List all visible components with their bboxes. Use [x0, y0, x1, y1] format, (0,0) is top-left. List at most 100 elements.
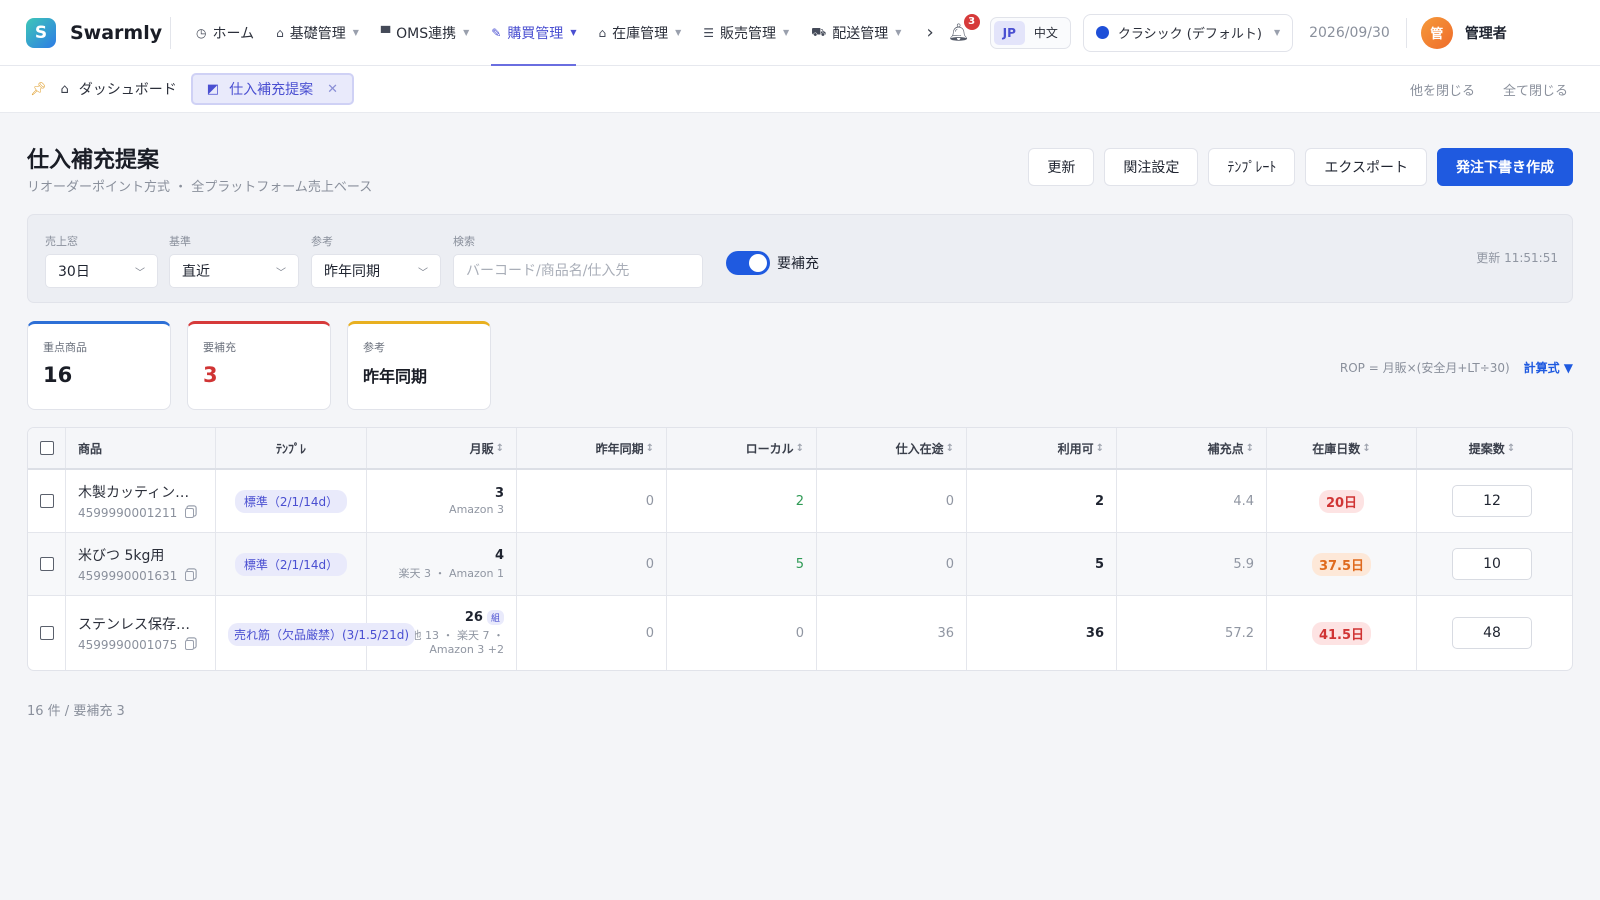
- stat-card-needs-replenish: 要補充 3: [187, 321, 331, 410]
- nav-item-oms[interactable]: ▀ OMS連携 ▼: [370, 0, 480, 66]
- monthly-sales-cell: 3 Amazon 3: [367, 470, 517, 532]
- create-draft-order-button[interactable]: 発注下書き作成: [1437, 148, 1573, 186]
- copy-icon[interactable]: [185, 640, 195, 650]
- tab-dashboard[interactable]: ⌂ ダッシュボード: [47, 73, 191, 105]
- sort-icon: ↕: [495, 442, 504, 454]
- nav-item-label: 販売管理: [720, 25, 777, 42]
- last-updated: 更新 11:51:51: [1476, 251, 1558, 265]
- product-name[interactable]: ステンレス保存…: [78, 614, 194, 634]
- nav-item-label: 基礎管理: [289, 25, 346, 42]
- user-name[interactable]: 管理者: [1465, 23, 1507, 43]
- sales-value-row: 26 組: [465, 610, 504, 625]
- filter-label: 基準: [169, 235, 191, 248]
- sort-icon: ↕: [1095, 442, 1104, 454]
- tab-replenishment[interactable]: ◩ 仕入補充提案 ✕: [190, 73, 354, 105]
- basis-select[interactable]: 直近 ﹀: [169, 254, 299, 288]
- home-icon: ⌂: [60, 81, 69, 97]
- refresh-button[interactable]: 更新: [1028, 148, 1095, 186]
- pen-icon: ✎: [491, 25, 502, 40]
- last-year-cell: 0: [517, 596, 667, 670]
- theme-select[interactable]: クラシック (デフォルト) ▼: [1082, 13, 1294, 52]
- tab-actions: 他を閉じる 全て閉じる: [1382, 80, 1568, 99]
- column-header-suggested-qty[interactable]: 提案数 ↕: [1417, 428, 1567, 468]
- row-checkbox-cell: [28, 533, 66, 595]
- column-header-template: ﾃﾝﾌﾟﾚ: [216, 428, 367, 468]
- user-divider: [1405, 17, 1407, 48]
- row-checkbox[interactable]: [39, 626, 54, 640]
- chevron-right-icon[interactable]: ›: [926, 22, 933, 43]
- nav-item-home[interactable]: ◷ ホーム: [185, 0, 265, 66]
- suggested-qty-input[interactable]: [1452, 485, 1532, 517]
- chevron-down-icon: ﹀: [418, 267, 428, 279]
- related-settings-button[interactable]: 関注設定: [1104, 148, 1199, 186]
- nav-item-master[interactable]: ⌂ 基礎管理 ▼: [265, 0, 370, 66]
- template-tag[interactable]: 標準（2/1/14d）: [234, 552, 348, 576]
- top-nav: S Swarmly ◷ ホーム ⌂ 基礎管理 ▼ ▀ OMS連携 ▼ ✎ 購買管…: [0, 0, 1600, 66]
- nav-item-sales[interactable]: ☰ 販売管理 ▼: [692, 0, 800, 66]
- notification-bell[interactable]: 🔔︎ 3: [946, 13, 980, 46]
- close-icon[interactable]: ✕: [327, 82, 338, 97]
- column-header-last-year[interactable]: 昨年同期 ↕: [517, 428, 667, 468]
- needs-replenish-toggle[interactable]: 要補充: [726, 251, 819, 275]
- sales-breakdown: 楽天 3 ・ Amazon 1: [398, 566, 504, 580]
- template-tag[interactable]: 売れ筋（欠品厳禁）(3/1.5/21d): [228, 623, 416, 646]
- product-name[interactable]: 木製カッティン…: [78, 482, 194, 502]
- row-checkbox[interactable]: [39, 557, 54, 571]
- copy-icon[interactable]: [185, 571, 195, 581]
- lang-cn-button[interactable]: 中文: [1025, 21, 1067, 45]
- suggested-qty-input[interactable]: [1452, 548, 1532, 580]
- product-name[interactable]: 米びつ 5kg用: [78, 545, 194, 565]
- column-header-in-transit[interactable]: 仕入在途 ↕: [817, 428, 967, 468]
- row-checkbox[interactable]: [39, 494, 54, 508]
- row-checkbox-cell: [28, 596, 66, 670]
- available-cell: 5: [967, 533, 1117, 595]
- sales-window-filter: 売上窓 30日 ﹀: [45, 233, 158, 288]
- nav-item-shipping[interactable]: ⛟ 配送管理 ▼: [800, 0, 912, 66]
- stock-days-cell: 20日: [1267, 470, 1417, 532]
- reorder-point-cell: 4.4: [1117, 470, 1267, 532]
- sales-window-select[interactable]: 30日 ﹀: [45, 254, 158, 288]
- dashboard-icon: ◷: [196, 25, 207, 40]
- stat-label: 参考: [363, 341, 385, 354]
- lang-jp-button[interactable]: JP: [993, 20, 1025, 45]
- toggle-switch[interactable]: [726, 251, 770, 275]
- product-code: 4599990001631: [78, 569, 195, 583]
- close-all-link[interactable]: 全て閉じる: [1503, 80, 1568, 99]
- template-cell: 標準（2/1/14d）: [216, 533, 367, 595]
- page-subtitle: リオーダーポイント方式 ・ 全プラットフォーム売上ベース: [27, 180, 373, 195]
- column-header-reorder-point[interactable]: 補充点 ↕: [1117, 428, 1267, 468]
- close-others-link[interactable]: 他を閉じる: [1410, 80, 1475, 99]
- template-button[interactable]: ﾃﾝﾌﾟﾚｰﾄ: [1208, 148, 1296, 186]
- select-all-checkbox[interactable]: [39, 441, 54, 455]
- search-input[interactable]: [453, 254, 703, 288]
- template-tag[interactable]: 標準（2/1/14d）: [234, 489, 348, 513]
- avatar[interactable]: 管: [1420, 16, 1453, 49]
- nav-item-purchasing[interactable]: ✎ 購買管理 ▼: [480, 0, 587, 66]
- current-date: 2026/09/30: [1309, 24, 1390, 41]
- column-header-stock-days[interactable]: 在庫日数 ↕: [1267, 428, 1417, 468]
- nav-item-inventory[interactable]: ⌂ 在庫管理 ▼: [587, 0, 692, 66]
- formula-toggle-link[interactable]: 計算式 ▼: [1524, 361, 1573, 375]
- table-row[interactable]: ステンレス保存… 4599990001075 売れ筋（欠品厳禁）(3/1.5/2…: [28, 596, 1572, 670]
- caret-down-icon: ▼: [783, 28, 790, 37]
- tabs-bar: 📌︎ ⌂ ダッシュボード ◩ 仕入補充提案 ✕ 他を閉じる 全て閉じる: [0, 66, 1600, 113]
- copy-icon[interactable]: [185, 508, 195, 518]
- product-cell: 米びつ 5kg用 4599990001631: [66, 533, 216, 595]
- column-header-monthly-sales[interactable]: 月販 ↕: [367, 428, 517, 468]
- reference-select[interactable]: 昨年同期 ﹀: [311, 254, 441, 288]
- table-summary: 16 件 / 要補充 3: [27, 704, 125, 719]
- pin-icon[interactable]: 📌︎: [30, 82, 47, 97]
- product-code: 4599990001211: [78, 506, 195, 520]
- database-icon: ▀: [380, 25, 391, 40]
- nav-item-label: 配送管理: [832, 25, 889, 42]
- export-button[interactable]: エクスポート: [1305, 148, 1427, 186]
- suggested-qty-input[interactable]: [1452, 617, 1532, 649]
- select-value: 30日: [58, 264, 90, 280]
- column-header-available[interactable]: 利用可 ↕: [967, 428, 1117, 468]
- product-info: ステンレス保存… 4599990001075: [78, 614, 195, 652]
- table-row[interactable]: 木製カッティン… 4599990001211 標準（2/1/14d） 3 Amaz…: [28, 470, 1572, 533]
- column-header-local[interactable]: ローカル ↕: [667, 428, 817, 468]
- brand[interactable]: S Swarmly: [0, 17, 170, 48]
- table-row[interactable]: 米びつ 5kg用 4599990001631 標準（2/1/14d） 4 楽天 3…: [28, 533, 1572, 596]
- reorder-point-cell: 57.2: [1117, 596, 1267, 670]
